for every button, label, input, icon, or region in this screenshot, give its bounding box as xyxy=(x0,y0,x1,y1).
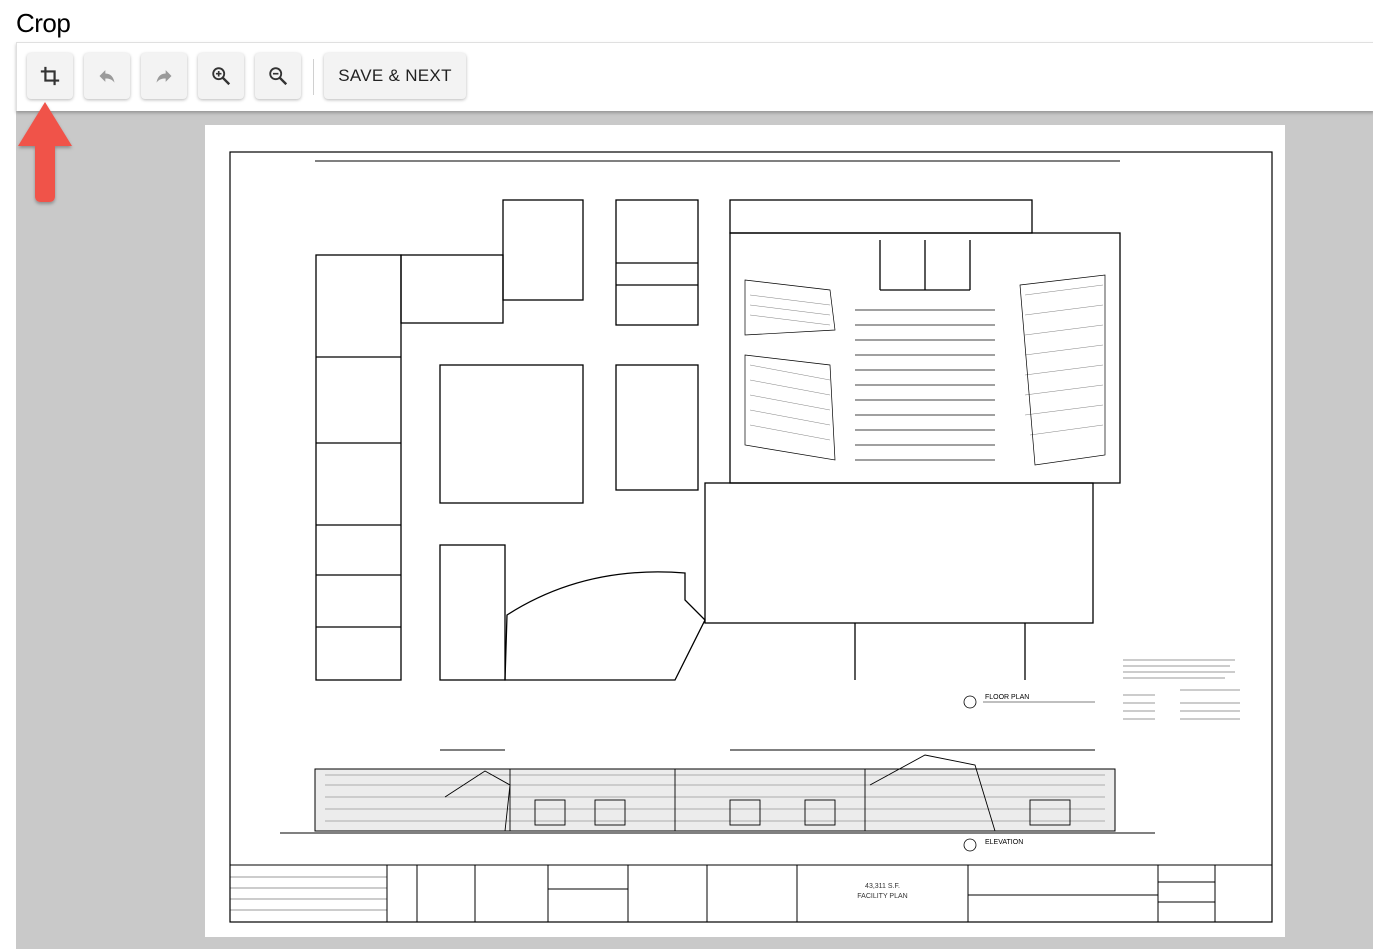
crop-button[interactable] xyxy=(27,53,73,99)
redo-button[interactable] xyxy=(141,53,187,99)
document-image[interactable]: FLOOR PLAN ELEVATION 43,311 S.F. FACILIT… xyxy=(205,125,1285,937)
undo-icon xyxy=(99,70,115,83)
zoom-out-button[interactable] xyxy=(255,53,301,99)
pointer-arrow-icon xyxy=(18,102,72,202)
zoom-in-button[interactable] xyxy=(198,53,244,99)
page-title: Crop xyxy=(16,8,71,38)
zoom-in-icon xyxy=(212,67,231,86)
floor-plan-label: FLOOR PLAN xyxy=(985,694,1029,701)
facility-plan-drawing: FLOOR PLAN ELEVATION xyxy=(229,151,1273,923)
image-canvas[interactable]: FLOOR PLAN ELEVATION 43,311 S.F. FACILIT… xyxy=(16,110,1373,949)
save-and-next-button[interactable]: SAVE & NEXT xyxy=(324,53,466,99)
crop-icon xyxy=(40,66,60,86)
redo-icon xyxy=(156,70,172,83)
title-block-sheet-name: FACILITY PLAN xyxy=(857,893,908,900)
zoom-out-icon xyxy=(269,67,288,86)
toolbar-divider xyxy=(313,59,314,95)
title-block-area: 43,311 S.F. xyxy=(865,883,900,890)
elevation-label: ELEVATION xyxy=(985,839,1023,846)
toolbar: SAVE & NEXT xyxy=(16,42,1373,111)
undo-button[interactable] xyxy=(84,53,130,99)
